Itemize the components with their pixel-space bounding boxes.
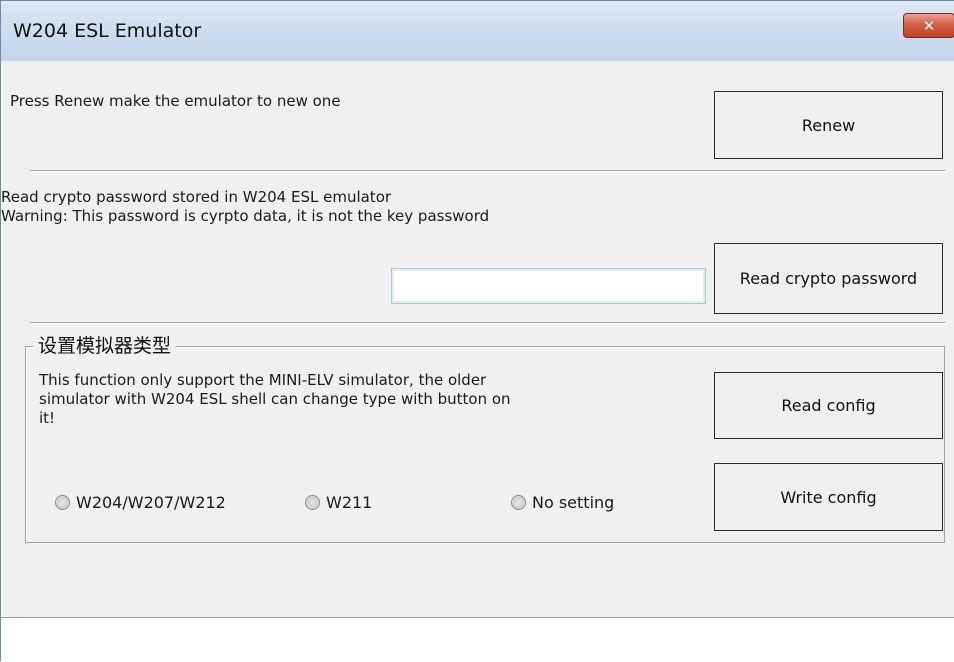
crypto-warning: Warning: This password is cyrpto data, i… — [1, 207, 490, 225]
read-crypto-password-label: Read crypto password — [739, 269, 918, 288]
write-config-button[interactable]: Write config — [714, 463, 943, 531]
group-title: 设置模拟器类型 — [33, 331, 177, 358]
radio-no-setting[interactable]: No setting — [511, 493, 614, 512]
write-config-label: Write config — [780, 487, 877, 507]
status-area — [1, 617, 954, 662]
close-button[interactable]: ✕ — [903, 13, 954, 38]
radio-button-icon[interactable] — [55, 495, 70, 510]
renew-button[interactable]: Renew — [714, 91, 943, 159]
renew-button-label: Renew — [801, 115, 856, 135]
radio-w211[interactable]: W211 — [305, 493, 372, 512]
separator-2 — [30, 322, 945, 324]
crypto-password-field[interactable] — [391, 268, 706, 304]
radio-w204-w207-w212[interactable]: W204/W207/W212 — [55, 493, 226, 512]
config-desc-line2: simulator with W204 ESL shell can change… — [39, 390, 511, 408]
config-desc-line1: This function only support the MINI-ELV … — [39, 371, 487, 389]
read-config-button[interactable]: Read config — [714, 372, 943, 439]
renew-description: Press Renew make the emulator to new one — [10, 92, 341, 110]
window-title: W204 ESL Emulator — [13, 20, 202, 42]
client-area: Press Renew make the emulator to new one… — [1, 61, 954, 661]
separator-1 — [30, 170, 945, 172]
config-desc-line3: it! — [39, 409, 56, 427]
radio-label: No setting — [532, 493, 615, 512]
crypto-description: Read crypto password stored in W204 ESL … — [1, 188, 392, 206]
radio-label: W204/W207/W212 — [76, 493, 226, 512]
read-crypto-password-button[interactable]: Read crypto password — [714, 243, 943, 314]
radio-label: W211 — [326, 493, 373, 512]
title-bar[interactable]: W204 ESL Emulator ✕ — [1, 1, 954, 62]
radio-button-icon[interactable] — [305, 495, 320, 510]
read-config-label: Read config — [781, 396, 876, 415]
radio-button-icon[interactable] — [511, 495, 526, 510]
close-icon: ✕ — [922, 16, 936, 35]
